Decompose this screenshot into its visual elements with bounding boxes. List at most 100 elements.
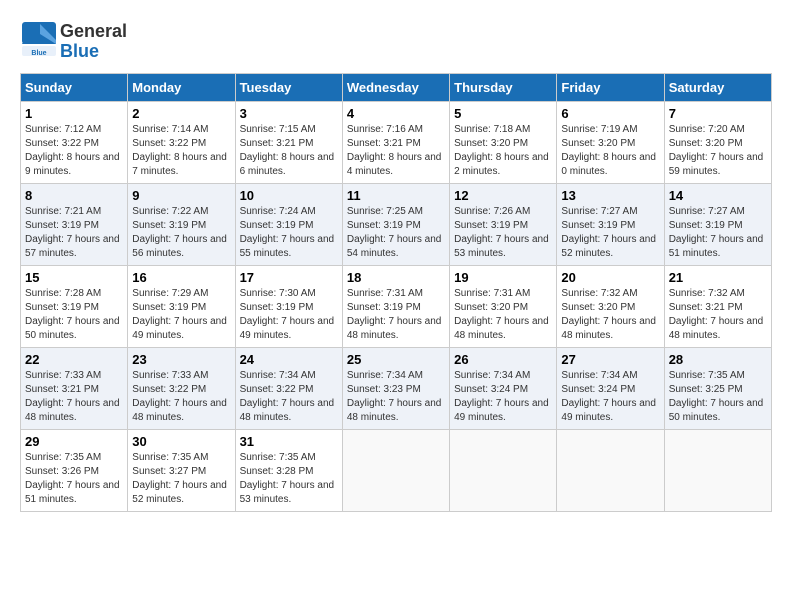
day-number: 24 (240, 352, 338, 367)
logo-icon: Blue (20, 20, 58, 58)
logo-blue: Blue (60, 42, 127, 62)
day-info: Sunrise: 7:33 AM Sunset: 3:22 PM Dayligh… (132, 369, 230, 425)
calendar-cell: 1 Sunrise: 7:12 AM Sunset: 3:22 PM Dayli… (21, 102, 128, 184)
day-number: 22 (25, 352, 123, 367)
calendar-cell: 29 Sunrise: 7:35 AM Sunset: 3:26 PM Dayl… (21, 430, 128, 512)
calendar-cell (664, 430, 771, 512)
day-number: 16 (132, 270, 230, 285)
calendar-cell: 19 Sunrise: 7:31 AM Sunset: 3:20 PM Dayl… (450, 266, 557, 348)
day-number: 27 (561, 352, 659, 367)
day-number: 19 (454, 270, 552, 285)
day-info: Sunrise: 7:31 AM Sunset: 3:20 PM Dayligh… (454, 287, 552, 343)
day-number: 28 (669, 352, 767, 367)
calendar-cell: 25 Sunrise: 7:34 AM Sunset: 3:23 PM Dayl… (342, 348, 449, 430)
calendar-cell: 9 Sunrise: 7:22 AM Sunset: 3:19 PM Dayli… (128, 184, 235, 266)
logo-general: General (60, 22, 127, 42)
day-info: Sunrise: 7:34 AM Sunset: 3:24 PM Dayligh… (561, 369, 659, 425)
day-number: 15 (25, 270, 123, 285)
day-number: 12 (454, 188, 552, 203)
calendar-cell (342, 430, 449, 512)
day-number: 2 (132, 106, 230, 121)
day-info: Sunrise: 7:34 AM Sunset: 3:23 PM Dayligh… (347, 369, 445, 425)
day-info: Sunrise: 7:31 AM Sunset: 3:19 PM Dayligh… (347, 287, 445, 343)
day-number: 26 (454, 352, 552, 367)
day-info: Sunrise: 7:33 AM Sunset: 3:21 PM Dayligh… (25, 369, 123, 425)
day-info: Sunrise: 7:20 AM Sunset: 3:20 PM Dayligh… (669, 123, 767, 179)
day-number: 20 (561, 270, 659, 285)
week-row-4: 22 Sunrise: 7:33 AM Sunset: 3:21 PM Dayl… (21, 348, 772, 430)
calendar-cell: 10 Sunrise: 7:24 AM Sunset: 3:19 PM Dayl… (235, 184, 342, 266)
day-number: 17 (240, 270, 338, 285)
day-info: Sunrise: 7:25 AM Sunset: 3:19 PM Dayligh… (347, 205, 445, 261)
weekday-header-wednesday: Wednesday (342, 74, 449, 102)
calendar-cell: 2 Sunrise: 7:14 AM Sunset: 3:22 PM Dayli… (128, 102, 235, 184)
calendar-cell: 5 Sunrise: 7:18 AM Sunset: 3:20 PM Dayli… (450, 102, 557, 184)
calendar-cell: 14 Sunrise: 7:27 AM Sunset: 3:19 PM Dayl… (664, 184, 771, 266)
calendar-cell (557, 430, 664, 512)
day-info: Sunrise: 7:26 AM Sunset: 3:19 PM Dayligh… (454, 205, 552, 261)
calendar-cell: 26 Sunrise: 7:34 AM Sunset: 3:24 PM Dayl… (450, 348, 557, 430)
day-info: Sunrise: 7:21 AM Sunset: 3:19 PM Dayligh… (25, 205, 123, 261)
calendar-cell: 28 Sunrise: 7:35 AM Sunset: 3:25 PM Dayl… (664, 348, 771, 430)
calendar-cell: 22 Sunrise: 7:33 AM Sunset: 3:21 PM Dayl… (21, 348, 128, 430)
weekday-header-monday: Monday (128, 74, 235, 102)
calendar-cell: 20 Sunrise: 7:32 AM Sunset: 3:20 PM Dayl… (557, 266, 664, 348)
calendar-cell: 31 Sunrise: 7:35 AM Sunset: 3:28 PM Dayl… (235, 430, 342, 512)
day-info: Sunrise: 7:32 AM Sunset: 3:20 PM Dayligh… (561, 287, 659, 343)
calendar-cell: 27 Sunrise: 7:34 AM Sunset: 3:24 PM Dayl… (557, 348, 664, 430)
day-info: Sunrise: 7:12 AM Sunset: 3:22 PM Dayligh… (25, 123, 123, 179)
calendar-cell: 24 Sunrise: 7:34 AM Sunset: 3:22 PM Dayl… (235, 348, 342, 430)
day-info: Sunrise: 7:29 AM Sunset: 3:19 PM Dayligh… (132, 287, 230, 343)
day-info: Sunrise: 7:30 AM Sunset: 3:19 PM Dayligh… (240, 287, 338, 343)
weekday-header-friday: Friday (557, 74, 664, 102)
calendar-cell: 16 Sunrise: 7:29 AM Sunset: 3:19 PM Dayl… (128, 266, 235, 348)
day-number: 10 (240, 188, 338, 203)
page-header: Blue General Blue (20, 20, 772, 63)
day-info: Sunrise: 7:24 AM Sunset: 3:19 PM Dayligh… (240, 205, 338, 261)
day-number: 23 (132, 352, 230, 367)
calendar-cell: 21 Sunrise: 7:32 AM Sunset: 3:21 PM Dayl… (664, 266, 771, 348)
day-number: 9 (132, 188, 230, 203)
calendar-cell: 30 Sunrise: 7:35 AM Sunset: 3:27 PM Dayl… (128, 430, 235, 512)
day-info: Sunrise: 7:18 AM Sunset: 3:20 PM Dayligh… (454, 123, 552, 179)
calendar-table: SundayMondayTuesdayWednesdayThursdayFrid… (20, 73, 772, 512)
day-number: 3 (240, 106, 338, 121)
calendar-cell: 12 Sunrise: 7:26 AM Sunset: 3:19 PM Dayl… (450, 184, 557, 266)
day-info: Sunrise: 7:28 AM Sunset: 3:19 PM Dayligh… (25, 287, 123, 343)
calendar-header-row: SundayMondayTuesdayWednesdayThursdayFrid… (21, 74, 772, 102)
weekday-header-tuesday: Tuesday (235, 74, 342, 102)
day-number: 25 (347, 352, 445, 367)
day-number: 5 (454, 106, 552, 121)
day-info: Sunrise: 7:35 AM Sunset: 3:25 PM Dayligh… (669, 369, 767, 425)
day-info: Sunrise: 7:27 AM Sunset: 3:19 PM Dayligh… (561, 205, 659, 261)
day-number: 1 (25, 106, 123, 121)
svg-text:Blue: Blue (31, 50, 46, 57)
day-info: Sunrise: 7:15 AM Sunset: 3:21 PM Dayligh… (240, 123, 338, 179)
calendar-cell: 11 Sunrise: 7:25 AM Sunset: 3:19 PM Dayl… (342, 184, 449, 266)
week-row-5: 29 Sunrise: 7:35 AM Sunset: 3:26 PM Dayl… (21, 430, 772, 512)
day-info: Sunrise: 7:35 AM Sunset: 3:26 PM Dayligh… (25, 451, 123, 507)
calendar-cell: 13 Sunrise: 7:27 AM Sunset: 3:19 PM Dayl… (557, 184, 664, 266)
weekday-header-thursday: Thursday (450, 74, 557, 102)
calendar-cell: 17 Sunrise: 7:30 AM Sunset: 3:19 PM Dayl… (235, 266, 342, 348)
logo: Blue General Blue (20, 20, 127, 63)
calendar-cell: 6 Sunrise: 7:19 AM Sunset: 3:20 PM Dayli… (557, 102, 664, 184)
calendar-cell: 3 Sunrise: 7:15 AM Sunset: 3:21 PM Dayli… (235, 102, 342, 184)
day-info: Sunrise: 7:19 AM Sunset: 3:20 PM Dayligh… (561, 123, 659, 179)
calendar-cell: 4 Sunrise: 7:16 AM Sunset: 3:21 PM Dayli… (342, 102, 449, 184)
day-number: 14 (669, 188, 767, 203)
day-info: Sunrise: 7:27 AM Sunset: 3:19 PM Dayligh… (669, 205, 767, 261)
day-number: 8 (25, 188, 123, 203)
week-row-1: 1 Sunrise: 7:12 AM Sunset: 3:22 PM Dayli… (21, 102, 772, 184)
day-info: Sunrise: 7:14 AM Sunset: 3:22 PM Dayligh… (132, 123, 230, 179)
day-number: 4 (347, 106, 445, 121)
day-info: Sunrise: 7:32 AM Sunset: 3:21 PM Dayligh… (669, 287, 767, 343)
day-info: Sunrise: 7:22 AM Sunset: 3:19 PM Dayligh… (132, 205, 230, 261)
calendar-cell (450, 430, 557, 512)
day-number: 21 (669, 270, 767, 285)
day-number: 18 (347, 270, 445, 285)
day-info: Sunrise: 7:34 AM Sunset: 3:22 PM Dayligh… (240, 369, 338, 425)
calendar-cell: 18 Sunrise: 7:31 AM Sunset: 3:19 PM Dayl… (342, 266, 449, 348)
calendar-cell: 23 Sunrise: 7:33 AM Sunset: 3:22 PM Dayl… (128, 348, 235, 430)
calendar-cell: 15 Sunrise: 7:28 AM Sunset: 3:19 PM Dayl… (21, 266, 128, 348)
